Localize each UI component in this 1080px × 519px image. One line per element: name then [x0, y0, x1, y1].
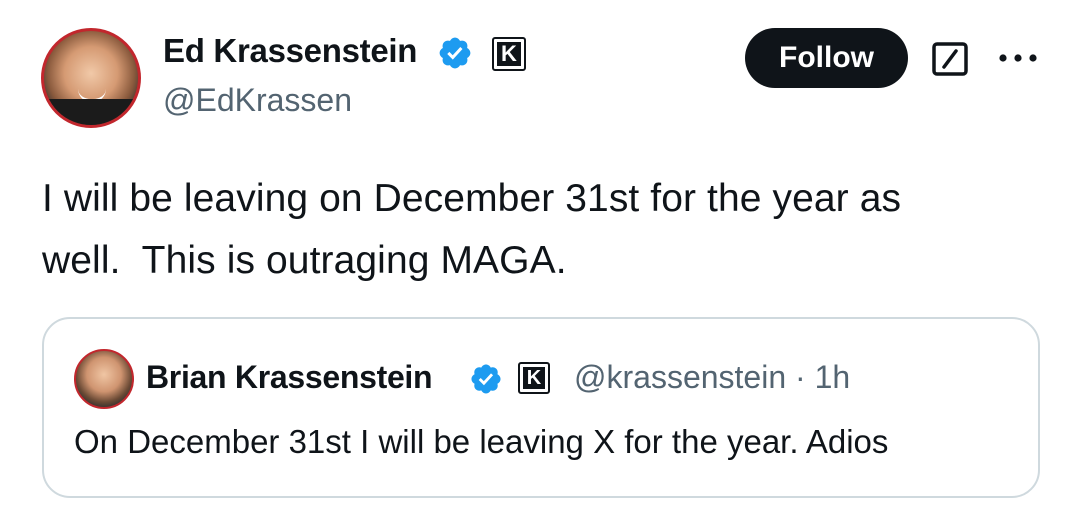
tweet-text: I will be leaving on December 31st for t… [42, 168, 1042, 292]
quote-tweet-card[interactable]: Brian Krassenstein K @krassenstein · 1h … [42, 317, 1040, 498]
author-avatar[interactable] [41, 28, 141, 128]
tweet-text-line: well. This is outraging MAGA. [42, 239, 567, 282]
author-name[interactable]: Ed Krassenstein [163, 32, 417, 70]
follow-button[interactable]: Follow [745, 28, 908, 88]
tweet[interactable]: Ed Krassenstein K @EdKrassen Follow I wi… [0, 0, 1080, 519]
quote-author-avatar[interactable] [74, 349, 134, 409]
quote-timestamp: 1h [814, 359, 851, 395]
tweet-text-line: I will be leaving on December 31st for t… [42, 177, 902, 220]
quote-tweet-text: On December 31st I will be leaving X for… [74, 423, 889, 460]
author-handle[interactable]: @EdKrassen [163, 82, 352, 119]
affiliate-badge-letter: K [497, 42, 521, 66]
more-options-icon[interactable] [996, 48, 1040, 68]
quote-author-handle: @krassenstein [574, 359, 787, 395]
quote-author-name: Brian Krassenstein [146, 359, 433, 395]
meta-separator: · [795, 359, 806, 395]
avatar-shirt [44, 99, 138, 125]
affiliate-badge-letter: K [523, 367, 545, 389]
verified-badge-icon [471, 364, 501, 394]
verified-badge-icon [439, 37, 471, 69]
quote-author-meta: @krassenstein · 1h [574, 359, 850, 396]
affiliate-badge[interactable]: K [492, 37, 526, 71]
affiliate-badge: K [518, 362, 550, 394]
grok-icon[interactable] [932, 42, 968, 76]
